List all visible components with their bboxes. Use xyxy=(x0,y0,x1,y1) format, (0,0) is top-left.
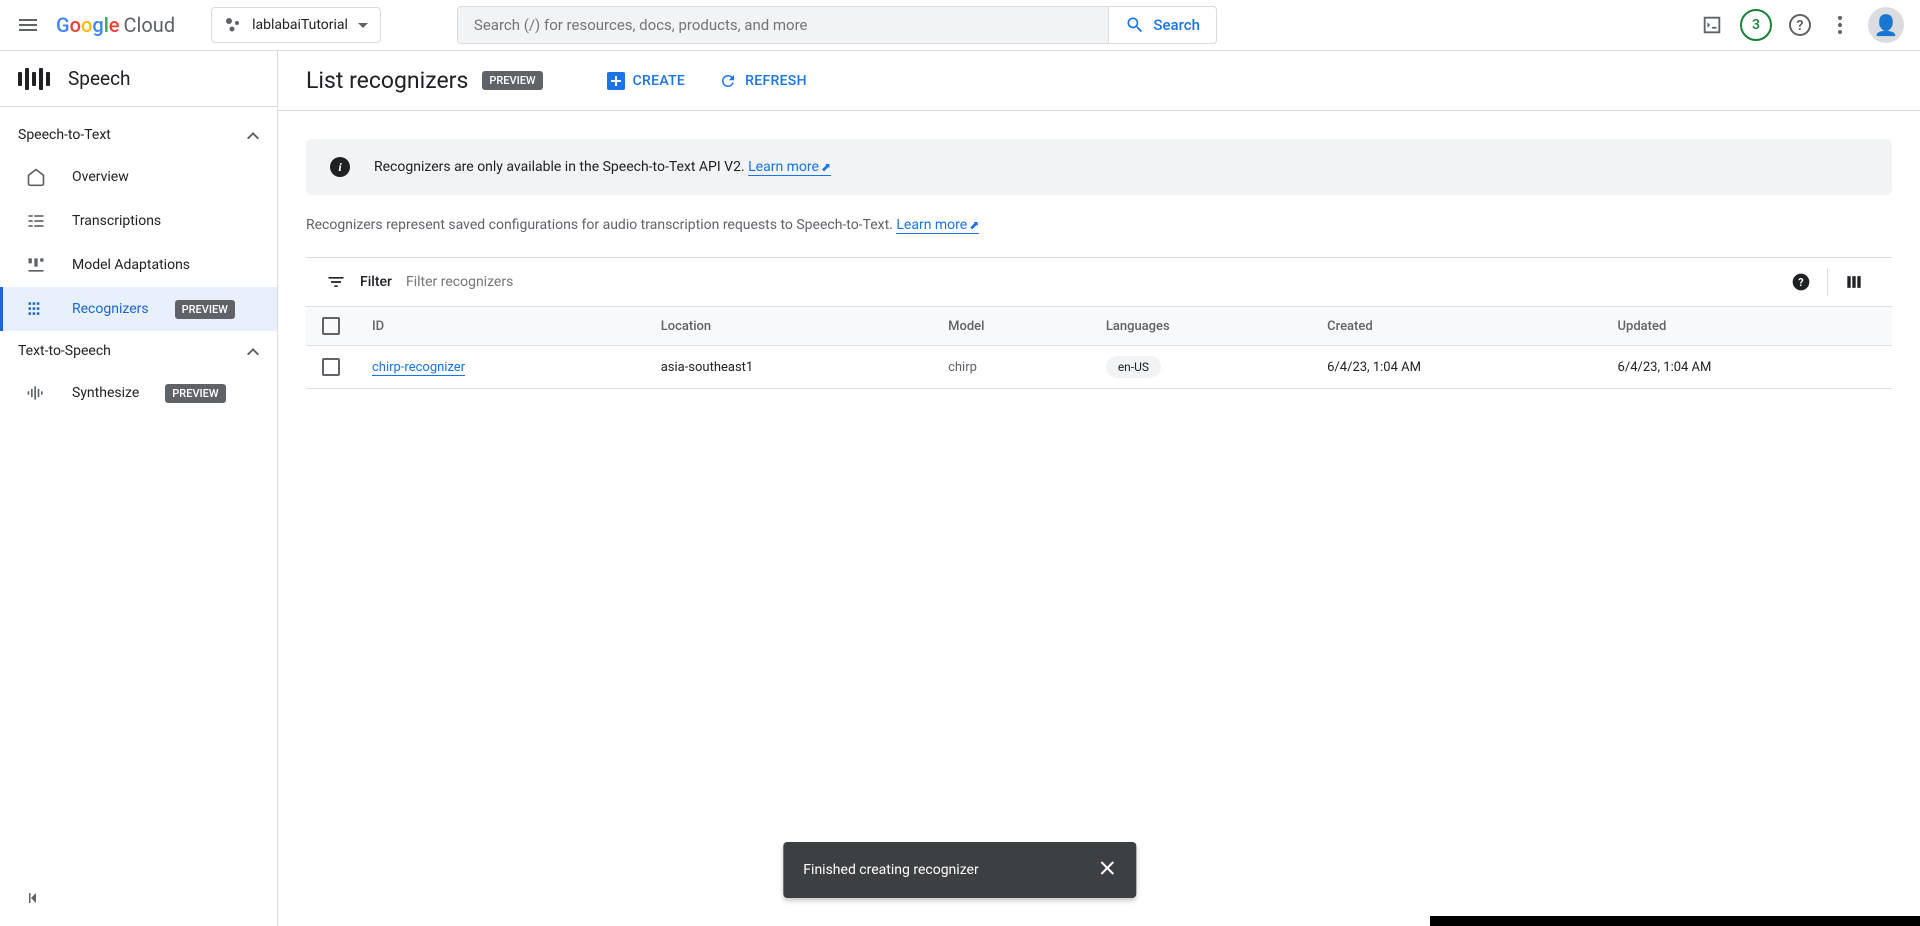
recognizers-icon xyxy=(26,299,46,319)
nav-item-overview[interactable]: Overview xyxy=(0,155,277,199)
nav-section-stt-label: Speech-to-Text xyxy=(18,127,111,143)
info-banner: i Recognizers are only available in the … xyxy=(306,139,1892,195)
nav-section-tts[interactable]: Text-to-Speech xyxy=(0,331,277,371)
create-button-label: CREATE xyxy=(633,73,686,89)
row-updated: 6/4/23, 1:04 AM xyxy=(1602,346,1892,389)
sidebar-header: Speech xyxy=(0,51,277,107)
col-updated[interactable]: Updated xyxy=(1602,307,1892,346)
toast-notification: Finished creating recognizer xyxy=(783,842,1136,898)
close-icon xyxy=(1099,859,1117,877)
chevron-down-icon xyxy=(358,23,368,28)
collapse-sidebar-button[interactable] xyxy=(26,890,42,910)
banner-text: Recognizers are only available in the Sp… xyxy=(374,159,748,175)
nav-item-recognizers-label: Recognizers xyxy=(72,301,149,317)
row-model: chirp xyxy=(948,360,977,375)
logo-cloud-text: Cloud xyxy=(124,13,176,37)
preview-badge: PREVIEW xyxy=(165,384,225,403)
description-text: Recognizers represent saved configuratio… xyxy=(306,217,896,233)
project-selector[interactable]: lablabaiTutorial xyxy=(211,7,381,43)
filter-icon xyxy=(326,272,346,292)
trial-badge[interactable]: 3 xyxy=(1740,9,1772,41)
search-button[interactable]: Search xyxy=(1109,6,1217,44)
col-id[interactable]: ID xyxy=(356,307,645,346)
search-icon xyxy=(1125,15,1145,35)
refresh-button[interactable]: REFRESH xyxy=(719,72,807,90)
user-avatar[interactable]: 👤 xyxy=(1868,7,1904,43)
filter-input[interactable] xyxy=(406,274,1769,290)
nav-item-overview-label: Overview xyxy=(72,169,129,185)
search-box[interactable] xyxy=(457,6,1109,44)
info-icon: i xyxy=(330,157,350,177)
nav-item-transcriptions[interactable]: Transcriptions xyxy=(0,199,277,243)
plus-icon xyxy=(607,72,625,90)
row-created: 6/4/23, 1:04 AM xyxy=(1311,346,1601,389)
more-menu-icon[interactable] xyxy=(1828,13,1852,37)
chevron-up-icon xyxy=(247,348,259,355)
google-cloud-logo[interactable]: Google Cloud xyxy=(56,13,175,37)
chevron-up-icon xyxy=(247,132,259,139)
home-icon xyxy=(26,167,46,187)
language-chip: en-US xyxy=(1106,356,1161,378)
project-name: lablabaiTutorial xyxy=(252,17,348,33)
help-icon[interactable]: ? xyxy=(1788,13,1812,37)
external-link-icon: ⬈ xyxy=(969,218,979,232)
external-link-icon: ⬈ xyxy=(821,160,831,174)
col-created[interactable]: Created xyxy=(1311,307,1601,346)
nav-section-tts-label: Text-to-Speech xyxy=(18,343,111,359)
toast-close-button[interactable] xyxy=(1099,858,1117,882)
svg-text:?: ? xyxy=(1797,18,1804,34)
hamburger-menu[interactable] xyxy=(16,13,40,37)
learn-more-link[interactable]: Learn more⬈ xyxy=(748,159,831,176)
cloud-shell-icon[interactable] xyxy=(1700,13,1724,37)
page-title: List recognizers xyxy=(306,67,468,94)
recognizer-id-link[interactable]: chirp-recognizer xyxy=(372,360,465,376)
select-all-checkbox[interactable] xyxy=(322,317,340,335)
col-model[interactable]: Model xyxy=(932,307,1090,346)
transcriptions-icon xyxy=(26,211,46,231)
synthesize-icon xyxy=(26,383,46,403)
speech-icon xyxy=(18,68,50,90)
nav-section-stt[interactable]: Speech-to-Text xyxy=(0,115,277,155)
project-icon xyxy=(224,16,242,34)
col-location[interactable]: Location xyxy=(645,307,932,346)
learn-more-link-2[interactable]: Learn more⬈ xyxy=(896,217,979,234)
nav-item-transcriptions-label: Transcriptions xyxy=(72,213,161,229)
preview-badge: PREVIEW xyxy=(175,300,235,319)
search-input[interactable] xyxy=(474,16,1092,34)
trial-count: 3 xyxy=(1752,17,1760,33)
row-checkbox[interactable] xyxy=(322,358,340,376)
nav-item-recognizers[interactable]: Recognizers PREVIEW xyxy=(0,287,277,331)
nav-item-synthesize[interactable]: Synthesize PREVIEW xyxy=(0,371,277,415)
nav-item-model-adaptations[interactable]: Model Adaptations xyxy=(0,243,277,287)
nav-item-model-adaptations-label: Model Adaptations xyxy=(72,257,190,273)
refresh-button-label: REFRESH xyxy=(745,73,807,89)
table-row: chirp-recognizer asia-southeast1 chirp e… xyxy=(306,346,1892,389)
sidebar-title: Speech xyxy=(68,67,131,90)
toast-message: Finished creating recognizer xyxy=(803,862,978,878)
svg-text:?: ? xyxy=(1798,276,1803,289)
filter-help-icon[interactable]: ? xyxy=(1783,270,1819,294)
filter-label: Filter xyxy=(360,274,392,290)
title-preview-badge: PREVIEW xyxy=(482,71,542,90)
refresh-icon xyxy=(719,72,737,90)
bottom-bar xyxy=(1430,916,1920,926)
nav-item-synthesize-label: Synthesize xyxy=(72,385,139,401)
columns-icon[interactable] xyxy=(1836,270,1872,294)
create-button[interactable]: CREATE xyxy=(607,72,686,90)
adaptations-icon xyxy=(26,255,46,275)
col-languages[interactable]: Languages xyxy=(1090,307,1311,346)
row-location: asia-southeast1 xyxy=(645,346,932,389)
search-button-label: Search xyxy=(1153,16,1200,34)
